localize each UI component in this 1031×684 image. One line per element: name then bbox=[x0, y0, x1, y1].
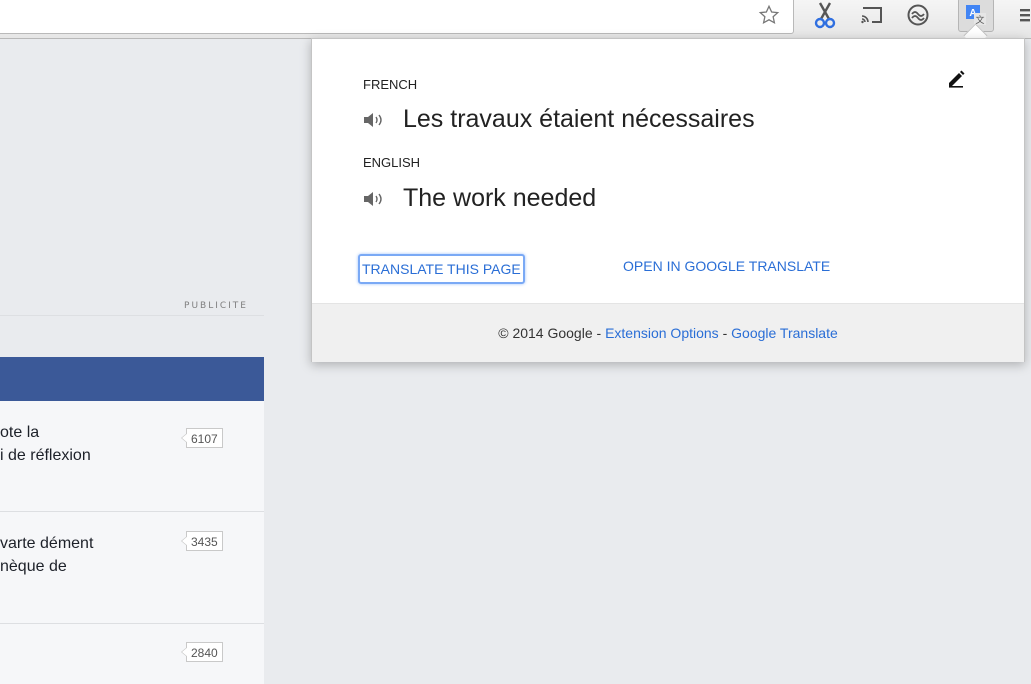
news-text: ote la i de réflexion bbox=[0, 421, 91, 467]
list-item[interactable]: varte dément nèque de 3435 bbox=[0, 512, 264, 624]
footer-separator: - bbox=[718, 325, 732, 341]
share-count: 2840 bbox=[181, 642, 223, 662]
extension-options-link[interactable]: Extension Options bbox=[605, 325, 719, 341]
address-bar[interactable] bbox=[0, 0, 794, 34]
star-icon[interactable] bbox=[756, 0, 782, 30]
list-item[interactable]: 2840 bbox=[0, 624, 264, 684]
speaker-icon[interactable] bbox=[363, 191, 387, 207]
sync-icon[interactable] bbox=[903, 0, 933, 30]
copyright-text: © 2014 Google - bbox=[498, 325, 606, 341]
edit-icon[interactable] bbox=[946, 69, 966, 89]
target-language-label: ENGLISH bbox=[363, 155, 421, 170]
translate-this-page-button[interactable]: TRANSLATE THIS PAGE bbox=[358, 254, 525, 284]
source-phrase: Les travaux étaient nécessaires bbox=[363, 105, 755, 134]
open-in-google-translate-button[interactable]: OPEN IN GOOGLE TRANSLATE bbox=[623, 258, 830, 274]
source-language-label: FRENCH bbox=[363, 77, 418, 92]
section-header bbox=[0, 357, 264, 401]
list-item[interactable]: ote la i de réflexion 6107 bbox=[0, 401, 264, 512]
cast-icon[interactable] bbox=[857, 0, 887, 30]
speaker-icon[interactable] bbox=[363, 112, 387, 128]
source-text: Les travaux étaient nécessaires bbox=[403, 105, 755, 133]
page-content: PUBLICITE ote la i de réflexion 6107 var… bbox=[0, 39, 287, 684]
chrome-menu-icon[interactable] bbox=[1016, 0, 1031, 30]
ad-label: PUBLICITE bbox=[184, 301, 248, 311]
news-text: varte dément nèque de bbox=[0, 532, 93, 578]
share-count: 3435 bbox=[181, 531, 223, 551]
target-phrase: The work needed bbox=[363, 184, 596, 213]
news-line: nèque de bbox=[0, 558, 67, 575]
cut-icon[interactable] bbox=[810, 0, 840, 30]
target-text: The work needed bbox=[403, 184, 597, 212]
google-translate-link[interactable]: Google Translate bbox=[731, 325, 838, 341]
translate-popup: FRENCH Les travaux étaient nécessaires E… bbox=[311, 38, 1025, 362]
advertisement-box: PUBLICITE bbox=[0, 39, 264, 316]
news-line: varte dément bbox=[0, 535, 94, 552]
share-count: 6107 bbox=[181, 428, 223, 448]
news-line: i de réflexion bbox=[0, 447, 91, 464]
browser-toolbar: A文 bbox=[0, 0, 1031, 39]
popup-footer: © 2014 Google - Extension Options - Goog… bbox=[312, 303, 1024, 362]
news-list: ote la i de réflexion 6107 varte dément … bbox=[0, 401, 264, 684]
news-line: ote la bbox=[0, 424, 40, 441]
